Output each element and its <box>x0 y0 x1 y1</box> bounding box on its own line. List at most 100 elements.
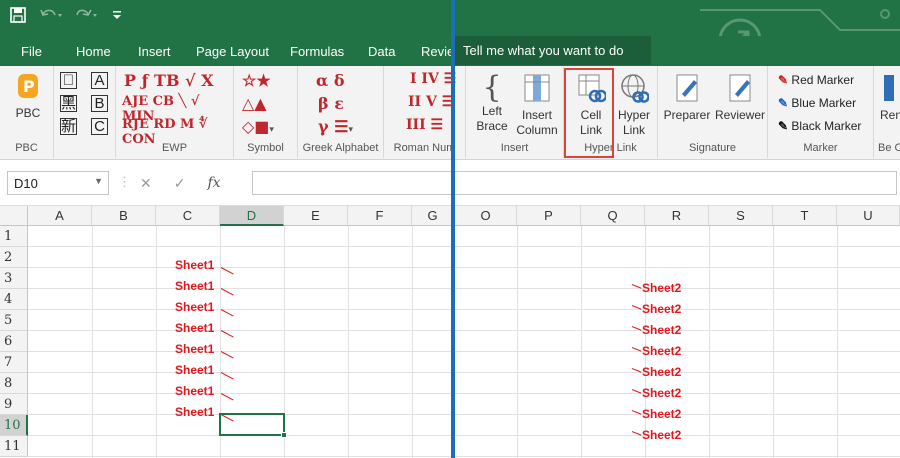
worksheet-grid[interactable] <box>28 226 900 458</box>
ewp-p-icon[interactable]: P ƒ TB √ X <box>124 71 214 90</box>
insert-column-button[interactable]: Insert Column <box>514 72 560 138</box>
brace-icon: { <box>482 70 502 105</box>
column-header-q[interactable]: Q <box>581 206 645 226</box>
sheet2-link-r9[interactable]: Sheet2 <box>642 407 681 421</box>
row-header-2[interactable]: 2 <box>0 247 28 268</box>
row-header-9[interactable]: 9 <box>0 394 28 415</box>
row-header-5[interactable]: 5 <box>0 310 28 331</box>
column-header-d[interactable]: D <box>220 206 284 226</box>
sheet1-link-c5[interactable]: Sheet1 <box>175 321 214 335</box>
group-label-symbol: Symbol <box>247 142 284 154</box>
column-header-g[interactable]: G <box>412 206 454 226</box>
tab-data[interactable]: Data <box>368 44 395 59</box>
row-header-8[interactable]: 8 <box>0 373 28 394</box>
left-brace-button[interactable]: { Left Brace <box>472 72 512 134</box>
redo-icon[interactable] <box>76 8 98 22</box>
kanji-2-icon[interactable]: 黑 <box>60 95 77 112</box>
sheet1-link-c8[interactable]: Sheet1 <box>175 384 214 398</box>
column-header-a[interactable]: A <box>28 206 92 226</box>
insert-function-icon[interactable]: fx <box>207 175 220 191</box>
star-icon[interactable]: ☆★ <box>242 71 271 90</box>
column-header-c[interactable]: C <box>156 206 220 226</box>
tab-formulas[interactable]: Formulas <box>290 44 344 59</box>
column-header-u[interactable]: U <box>837 206 900 226</box>
column-header-p[interactable]: P <box>517 206 581 226</box>
sheet2-link-r7[interactable]: Sheet2 <box>642 365 681 379</box>
active-cell-d10[interactable] <box>219 413 285 436</box>
sheet2-link-r10[interactable]: Sheet2 <box>642 428 681 442</box>
tab-home[interactable]: Home <box>76 44 111 59</box>
customize-qat-icon[interactable] <box>112 10 122 20</box>
kanji-1-icon[interactable]: 𥪡 <box>60 72 77 89</box>
column-header-e[interactable]: E <box>284 206 348 226</box>
undo-icon[interactable] <box>40 8 62 22</box>
formula-input[interactable] <box>252 171 897 195</box>
row-header-3[interactable]: 3 <box>0 268 28 289</box>
row-header-4[interactable]: 4 <box>0 289 28 310</box>
roman-ii-v-icon[interactable]: II V ☰ <box>408 94 454 110</box>
enter-icon[interactable]: ✓ <box>174 175 186 192</box>
cancel-icon[interactable]: ✕ <box>140 175 152 192</box>
fill-handle[interactable] <box>281 432 287 438</box>
left-brace-label-2: Brace <box>476 119 508 133</box>
blue-marker-button[interactable]: ✎ Blue Marker <box>778 96 856 110</box>
save-icon[interactable] <box>10 7 26 23</box>
gamma-more-icon[interactable]: γ ☰▾ <box>318 117 353 136</box>
sheet2-link-r3[interactable]: Sheet2 <box>642 281 681 295</box>
red-marker-button[interactable]: ✎ Red Marker <box>778 73 854 87</box>
triangle-icon[interactable]: △▲ <box>242 94 267 113</box>
gridline <box>709 226 710 458</box>
letter-c-icon[interactable]: C <box>91 118 108 135</box>
kanji-3-icon[interactable]: 新 <box>60 118 77 135</box>
black-marker-button[interactable]: ✎ Black Marker <box>778 119 861 133</box>
letter-b-icon[interactable]: B <box>91 95 108 112</box>
tab-page-layout[interactable]: Page Layout <box>196 44 269 59</box>
sheet1-link-c3[interactable]: Sheet1 <box>175 279 214 293</box>
sheet1-link-c2[interactable]: Sheet1 <box>175 258 214 272</box>
column-header-r[interactable]: R <box>645 206 709 226</box>
pbc-button[interactable]: P PBC <box>8 72 48 121</box>
letter-a-icon[interactable]: A <box>91 72 108 89</box>
reviewer-button[interactable]: Reviewer <box>714 72 766 123</box>
chevron-down-icon[interactable]: ▼ <box>94 176 103 186</box>
row-header-7[interactable]: 7 <box>0 352 28 373</box>
column-header-t[interactable]: T <box>773 206 837 226</box>
row-header-1[interactable]: 1 <box>0 226 28 247</box>
column-header-s[interactable]: S <box>709 206 773 226</box>
formula-icons: ✕ ✓ fx <box>140 171 221 195</box>
tell-me-search[interactable]: Tell me what you want to do <box>455 36 651 65</box>
gridline <box>156 226 157 458</box>
more-button[interactable]: Ren <box>880 72 900 123</box>
group-label-ewp: EWP <box>161 142 188 154</box>
column-header-f[interactable]: F <box>348 206 412 226</box>
sheet2-link-r8[interactable]: Sheet2 <box>642 386 681 400</box>
sheet2-link-r4[interactable]: Sheet2 <box>642 302 681 316</box>
pane-splitter[interactable] <box>451 0 455 458</box>
sheet1-link-c9[interactable]: Sheet1 <box>175 405 214 419</box>
tab-file[interactable]: File <box>21 44 42 59</box>
more-icon <box>884 75 896 101</box>
hyper-link-button[interactable]: Hyper Link <box>614 72 654 138</box>
select-all-corner[interactable] <box>0 206 28 226</box>
formula-bar: D10 ▼ ⋮ ✕ ✓ fx <box>0 160 900 206</box>
name-box[interactable]: D10 ▼ <box>7 171 109 195</box>
sheet1-link-c7[interactable]: Sheet1 <box>175 363 214 377</box>
sheet1-link-c4[interactable]: Sheet1 <box>175 300 214 314</box>
beta-epsilon-icon[interactable]: β ε <box>318 94 344 113</box>
roman-iii-icon[interactable]: III ☰ <box>406 117 443 133</box>
tab-insert[interactable]: Insert <box>138 44 171 59</box>
row-header-6[interactable]: 6 <box>0 331 28 352</box>
alpha-delta-icon[interactable]: α δ <box>316 71 345 90</box>
row-header-11[interactable]: 11 <box>0 436 28 457</box>
diamond-icon[interactable]: ◇■▾ <box>242 117 274 136</box>
tab-review[interactable]: Revie <box>421 44 454 59</box>
column-header-b[interactable]: B <box>92 206 156 226</box>
sheet2-link-r6[interactable]: Sheet2 <box>642 344 681 358</box>
sheet2-link-r5[interactable]: Sheet2 <box>642 323 681 337</box>
roman-i-iv-icon[interactable]: I IV ☰ <box>410 71 456 87</box>
sheet1-link-c6[interactable]: Sheet1 <box>175 342 214 356</box>
row-header-10[interactable]: 10 <box>0 415 28 436</box>
reviewer-icon <box>729 74 751 102</box>
preparer-button[interactable]: Preparer <box>662 72 712 123</box>
column-header-o[interactable]: O <box>455 206 517 226</box>
